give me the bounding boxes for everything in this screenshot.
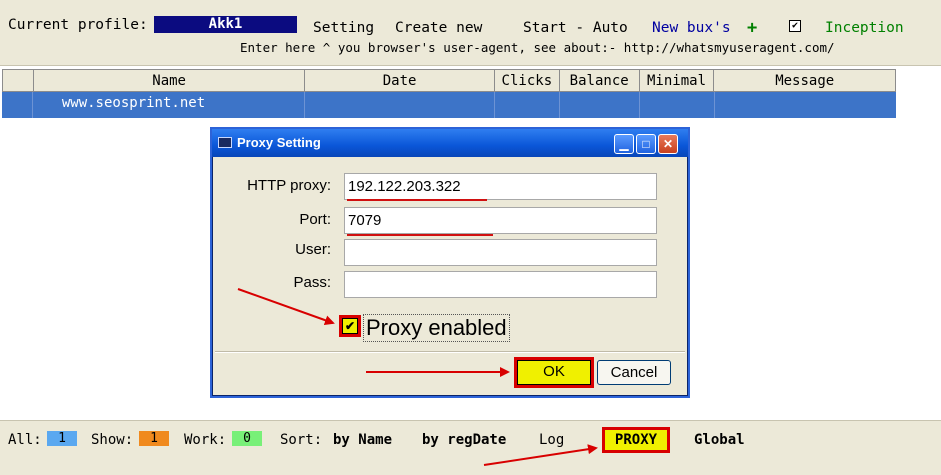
http-proxy-input[interactable] [344, 173, 657, 200]
close-icon[interactable]: ✕ [658, 134, 678, 154]
start-auto-button[interactable]: Start - Auto [523, 20, 628, 36]
column-header-select[interactable] [3, 70, 34, 91]
annotation-underline [347, 234, 493, 236]
current-profile-label: Current profile: [8, 17, 148, 33]
cancel-button[interactable]: Cancel [597, 360, 671, 385]
column-header-clicks[interactable]: Clicks [495, 70, 560, 91]
ok-button[interactable]: OK [514, 357, 594, 388]
proxy-button-label: PROXY [605, 430, 667, 450]
table-cell[interactable] [495, 92, 560, 118]
setting-button[interactable]: Setting [313, 20, 374, 36]
table-row[interactable]: www.seosprint.net [2, 92, 896, 118]
add-plus-button[interactable]: + [747, 18, 757, 38]
inception-label[interactable]: Inception [825, 20, 904, 36]
work-count-badge: 0 [232, 431, 262, 446]
table-cell[interactable] [2, 92, 33, 118]
maximize-icon[interactable]: □ [636, 134, 656, 154]
table-cell[interactable] [305, 92, 495, 118]
status-bar: All: 1 Show: 1 Work: 0 Sort: by Name by … [0, 420, 941, 475]
log-button[interactable]: Log [539, 432, 564, 448]
proxy-setting-dialog: Proxy Setting ▁ □ ✕ HTTP proxy: Port: Us… [212, 129, 688, 396]
column-header-name[interactable]: Name [34, 70, 306, 91]
table-cell[interactable] [640, 92, 715, 118]
proxy-button[interactable]: PROXY [602, 427, 670, 453]
profile-selector[interactable]: Akk1 [154, 16, 297, 33]
table-cell[interactable] [715, 92, 896, 118]
table-cell[interactable]: www.seosprint.net [33, 92, 305, 118]
user-input[interactable] [344, 239, 657, 266]
global-button[interactable]: Global [694, 432, 745, 448]
new-bux-button[interactable]: New bux's [652, 20, 731, 36]
proxy-enabled-checkbox[interactable]: ✔ [339, 315, 361, 337]
sites-table: Name Date Clicks Balance Minimal Message… [2, 69, 896, 118]
column-header-message[interactable]: Message [714, 70, 895, 91]
pass-input[interactable] [344, 271, 657, 298]
work-label: Work: [184, 432, 227, 448]
sort-by-name-button[interactable]: by Name [333, 432, 392, 448]
port-label: Port: [299, 211, 331, 228]
show-label: Show: [91, 432, 134, 448]
show-count-badge: 1 [139, 431, 169, 446]
column-header-date[interactable]: Date [305, 70, 495, 91]
user-label: User: [295, 241, 331, 258]
checkmark-icon: ✔ [791, 20, 799, 31]
checkmark-icon: ✔ [344, 319, 356, 333]
table-cell[interactable] [560, 92, 640, 118]
dialog-separator [215, 351, 685, 353]
http-proxy-label: HTTP proxy: [247, 177, 331, 194]
top-toolbar: Current profile: Akk1 Setting Create new… [0, 0, 941, 66]
annotation-underline [347, 199, 487, 201]
create-new-button[interactable]: Create new [395, 20, 482, 36]
sort-label: Sort: [280, 432, 323, 448]
pass-label: Pass: [293, 274, 331, 291]
minimize-icon[interactable]: ▁ [614, 134, 634, 154]
dialog-titlebar[interactable]: Proxy Setting ▁ □ ✕ [212, 129, 688, 157]
port-input[interactable] [344, 207, 657, 234]
dialog-title: Proxy Setting [237, 135, 321, 150]
window-icon [218, 137, 232, 148]
inception-checkbox[interactable]: ✔ [789, 20, 801, 32]
user-agent-hint: Enter here ^ you browser's user-agent, s… [240, 40, 835, 55]
all-label: All: [8, 432, 42, 448]
all-count-badge: 1 [47, 431, 77, 446]
table-header: Name Date Clicks Balance Minimal Message [2, 69, 896, 92]
ok-button-label: OK [517, 360, 591, 385]
sort-by-regdate-button[interactable]: by regDate [422, 432, 506, 448]
column-header-balance[interactable]: Balance [560, 70, 640, 91]
column-header-minimal[interactable]: Minimal [640, 70, 715, 91]
proxy-enabled-label[interactable]: Proxy enabled [363, 314, 510, 342]
